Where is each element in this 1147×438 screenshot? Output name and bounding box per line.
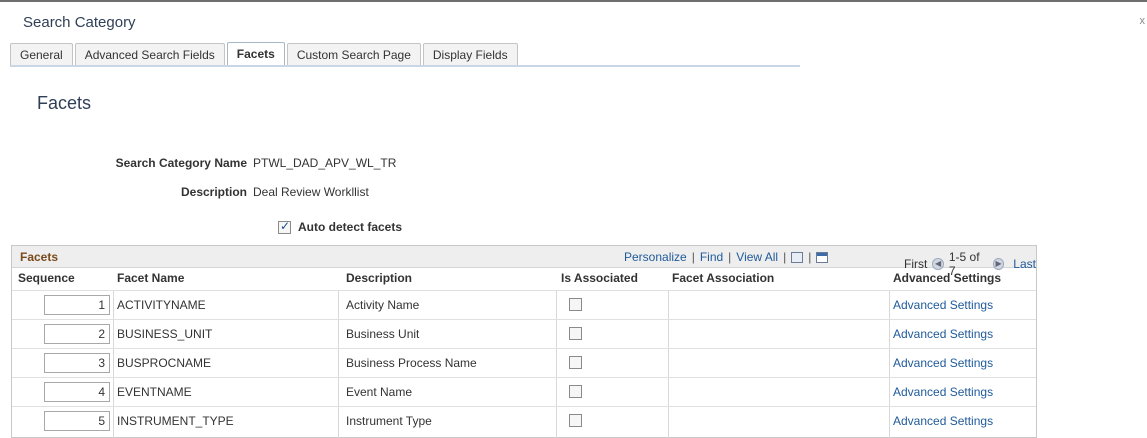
separator: | [728,250,732,264]
table-row: 4 EVENTNAME Event Name Advanced Settings [12,377,1036,405]
facet-name-cell: EVENTNAME [117,385,192,399]
is-associated-checkbox[interactable] [569,327,582,340]
col-is-associated: Is Associated [561,271,638,285]
advanced-settings-link[interactable]: Advanced Settings [893,298,993,312]
advanced-settings-link[interactable]: Advanced Settings [893,385,993,399]
separator: | [783,250,787,264]
table-row: 3 BUSPROCNAME Business Process Name Adva… [12,348,1036,376]
search-category-name-label: Search Category Name [115,156,247,170]
sequence-input[interactable]: 3 [44,353,110,373]
is-associated-checkbox[interactable] [569,414,582,427]
facet-name-cell: BUSPROCNAME [117,356,212,370]
advanced-settings-link[interactable]: Advanced Settings [893,327,993,341]
tab-general[interactable]: General [10,43,73,66]
download-grid-icon[interactable] [816,251,829,263]
title-bar: Search Category x [0,0,1147,38]
tab-display-fields[interactable]: Display Fields [422,43,518,66]
table-row: 1 ACTIVITYNAME Activity Name Advanced Se… [12,290,1036,318]
advanced-settings-link[interactable]: Advanced Settings [893,414,993,428]
separator: | [691,250,695,264]
window-title: Search Category [23,14,136,31]
advanced-settings-link[interactable]: Advanced Settings [893,356,993,370]
next-icon[interactable]: ▶ [992,258,1005,270]
sequence-input[interactable]: 4 [44,382,110,402]
facet-name-cell: ACTIVITYNAME [117,298,206,312]
pager-first[interactable]: First [904,257,927,271]
table-row: 2 BUSINESS_UNIT Business Unit Advanced S… [12,319,1036,347]
pager-last[interactable]: Last [1013,257,1036,271]
tab-bar: General Advanced Search Fields Facets Cu… [10,42,520,66]
is-associated-checkbox[interactable] [569,298,582,311]
facets-grid: Facets Personalize | Find | View All | |… [11,245,1037,438]
personalize-link[interactable]: Personalize [624,250,687,264]
tab-custom-search-page[interactable]: Custom Search Page [286,43,421,66]
find-link[interactable]: Find [700,250,723,264]
auto-detect-checkbox[interactable] [278,219,291,234]
tab-advanced-search-fields[interactable]: Advanced Search Fields [74,43,225,66]
facet-name-cell: BUSINESS_UNIT [117,327,213,341]
view-all-link[interactable]: View All [736,250,778,264]
description-value: Deal Review Workllist [253,185,369,199]
tab-underline [10,65,800,67]
previous-icon[interactable]: ◀ [932,258,944,270]
col-advanced-settings: Advanced Settings [893,271,1002,285]
col-description: Description [346,271,413,285]
col-facet-association: Facet Association [672,271,775,285]
description-cell: Activity Name [346,298,420,312]
auto-detect-label: Auto detect facets [298,220,403,234]
grid-tools: Personalize | Find | View All | | [624,250,829,264]
close-icon[interactable]: x [1140,15,1146,27]
sequence-input[interactable]: 1 [44,295,110,315]
sequence-input[interactable]: 2 [44,324,110,344]
tab-facets[interactable]: Facets [226,42,285,66]
facet-name-cell: INSTRUMENT_TYPE [117,414,234,428]
is-associated-checkbox[interactable] [569,385,582,398]
col-facet-name: Facet Name [117,271,185,285]
sequence-input[interactable]: 5 [44,411,110,431]
table-row: 5 INSTRUMENT_TYPE Instrument Type Advanc… [12,406,1036,434]
description-cell: Event Name [346,385,413,399]
description-cell: Instrument Type [346,414,432,428]
description-label: Description [180,185,247,199]
grid-title: Facets [20,250,59,264]
col-sequence: Sequence [18,271,75,285]
description-cell: Business Unit [346,327,420,341]
page-title: Facets [37,93,92,113]
description-cell: Business Process Name [346,356,477,370]
new-window-icon[interactable] [791,251,804,263]
is-associated-checkbox[interactable] [569,356,582,369]
search-category-name-value: PTWL_DAD_APV_WL_TR [253,156,397,170]
separator: | [808,250,812,264]
grid-header: Facets Personalize | Find | View All | |… [12,246,1036,278]
auto-detect-facets: Auto detect facets [278,219,403,234]
